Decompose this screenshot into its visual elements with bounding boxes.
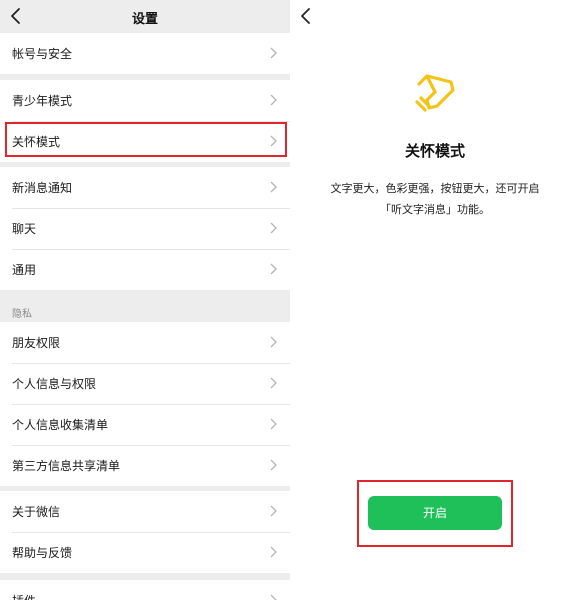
chevron-right-icon [269, 546, 277, 558]
settings-item-plugins[interactable]: 插件 [0, 580, 290, 600]
chevron-right-icon [269, 594, 277, 600]
screenshot: 设置 帐号与安全 青少年模式 关怀模式 新消息通知 聊天 通用 隐私 朋友权限 … [0, 0, 580, 600]
back-chevron-icon[interactable] [298, 6, 314, 26]
chevron-right-icon [269, 459, 277, 471]
settings-item-teen-mode[interactable]: 青少年模式 [0, 80, 290, 121]
settings-item-label: 帐号与安全 [12, 47, 73, 61]
settings-item-label: 朋友权限 [12, 336, 61, 350]
highlight-box-care-mode-item [5, 122, 287, 157]
chevron-right-icon [269, 418, 277, 430]
settings-panel: 设置 帐号与安全 青少年模式 关怀模式 新消息通知 聊天 通用 隐私 朋友权限 … [0, 0, 290, 600]
settings-group-privacy: 朋友权限 个人信息与权限 个人信息收集清单 第三方信息共享清单 [0, 322, 290, 486]
settings-header: 设置 [0, 0, 290, 33]
settings-item-help-feedback[interactable]: 帮助与反馈 [0, 532, 290, 573]
settings-group-about: 关于微信 帮助与反馈 [0, 491, 290, 573]
chevron-right-icon [269, 263, 277, 275]
settings-item-chat[interactable]: 聊天 [0, 208, 290, 249]
settings-item-friend-permissions[interactable]: 朋友权限 [0, 322, 290, 363]
settings-item-personal-info-permissions[interactable]: 个人信息与权限 [0, 363, 290, 404]
care-mode-panel: 关怀模式 文字更大，色彩更强，按钮更大，还可开启 「听文字消息」功能。 开启 [290, 0, 580, 600]
settings-item-general[interactable]: 通用 [0, 249, 290, 290]
settings-item-label: 帮助与反馈 [12, 546, 73, 560]
settings-group-general: 新消息通知 聊天 通用 [0, 167, 290, 290]
settings-item-label: 第三方信息共享清单 [12, 459, 121, 473]
settings-item-label: 插件 [12, 592, 36, 600]
settings-item-label: 个人信息与权限 [12, 377, 97, 391]
chevron-right-icon [269, 94, 277, 106]
settings-item-personal-info-list[interactable]: 个人信息收集清单 [0, 404, 290, 445]
chevron-right-icon [269, 336, 277, 348]
settings-item-account-security[interactable]: 帐号与安全 [0, 33, 290, 74]
settings-item-label: 聊天 [12, 222, 37, 236]
chevron-right-icon [269, 222, 277, 234]
chevron-right-icon [269, 377, 277, 389]
settings-group-account: 帐号与安全 [0, 33, 290, 74]
settings-item-label: 新消息通知 [12, 181, 73, 195]
highlight-box-enable-button [357, 480, 513, 547]
settings-group-plugins: 插件 [0, 580, 290, 600]
care-mode-icon [413, 70, 457, 114]
settings-item-label: 青少年模式 [12, 94, 73, 108]
care-mode-title: 关怀模式 [404, 142, 465, 160]
page-title: 设置 [131, 12, 158, 27]
settings-item-label: 个人信息收集清单 [12, 418, 109, 432]
care-mode-desc-line: 「听文字消息」功能。 [380, 203, 490, 216]
settings-item-notifications[interactable]: 新消息通知 [0, 167, 290, 208]
section-label-privacy: 隐私 [12, 309, 32, 320]
settings-item-label: 通用 [12, 263, 37, 277]
settings-item-third-party-sharing[interactable]: 第三方信息共享清单 [0, 445, 290, 486]
chevron-right-icon [269, 181, 277, 193]
chevron-right-icon [269, 47, 277, 59]
care-mode-desc-line: 文字更大，色彩更强，按钮更大，还可开启 [330, 182, 540, 195]
settings-item-label: 关于微信 [12, 505, 61, 519]
chevron-right-icon [269, 505, 277, 517]
care-mode-description: 文字更大，色彩更强，按钮更大，还可开启 「听文字消息」功能。 [290, 178, 580, 220]
settings-item-about-wechat[interactable]: 关于微信 [0, 491, 290, 532]
